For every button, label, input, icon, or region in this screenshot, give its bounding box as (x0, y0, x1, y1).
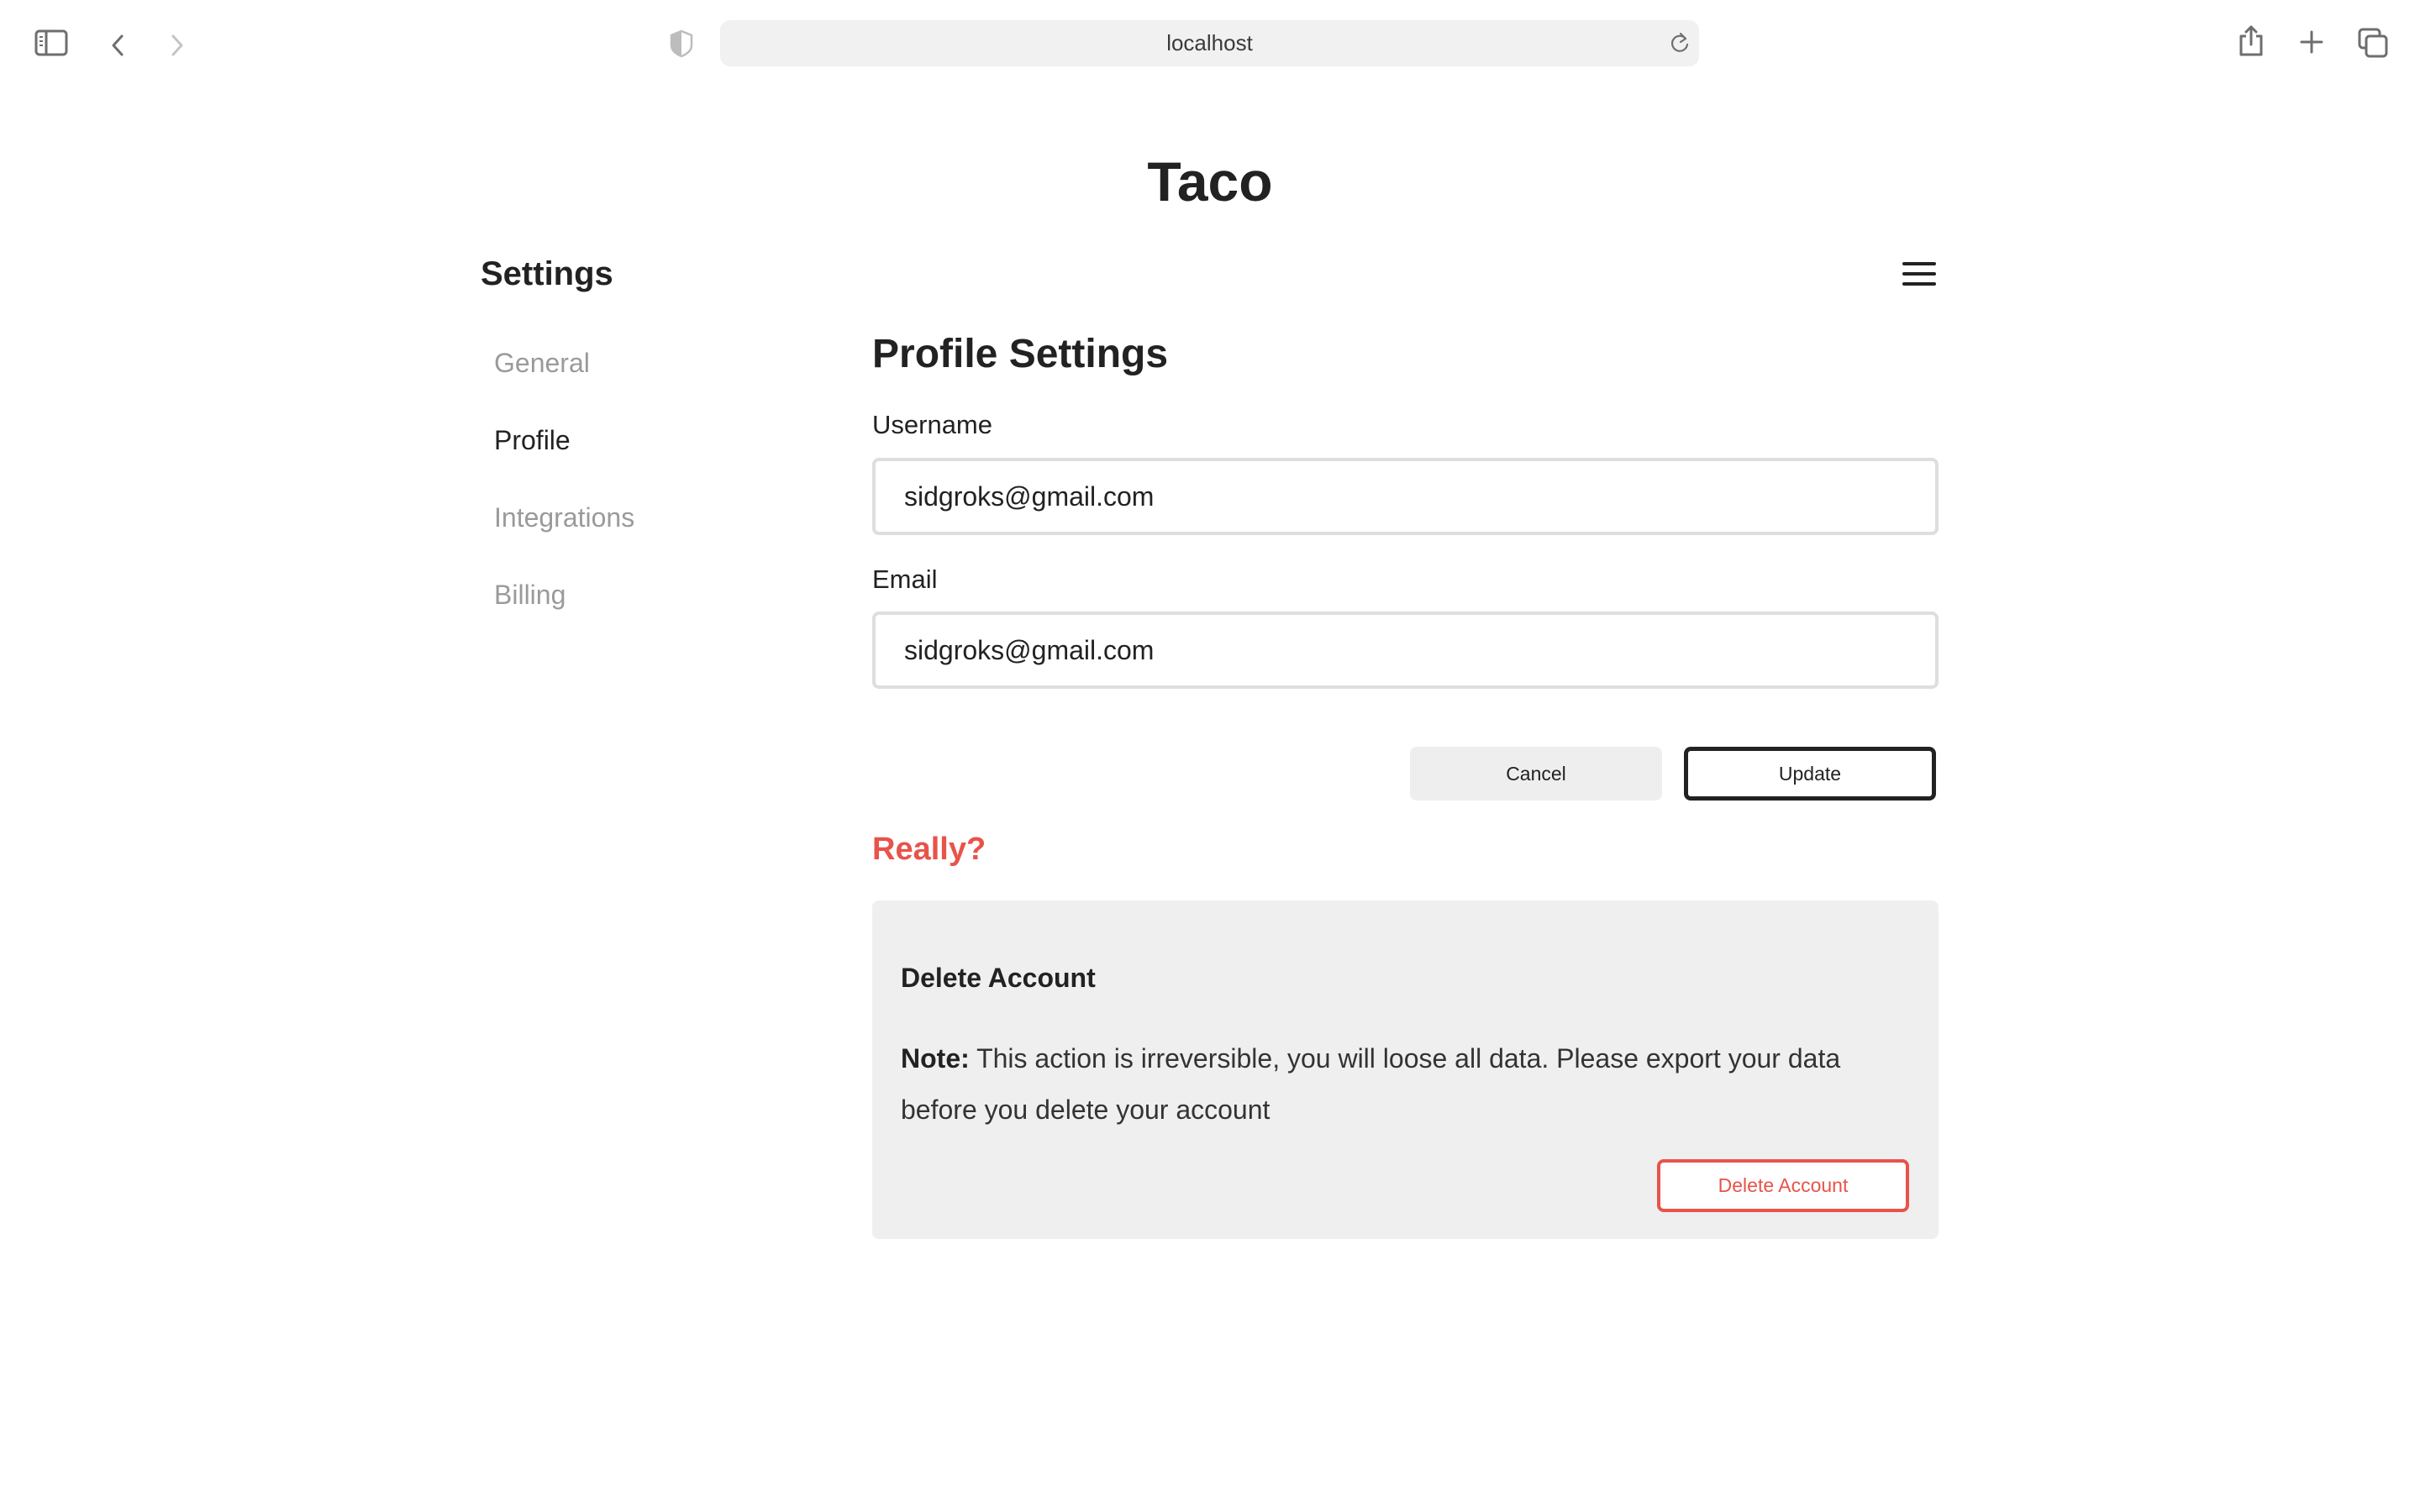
tab-overview-icon[interactable] (2357, 27, 2389, 59)
address-bar[interactable]: localhost (720, 20, 1699, 66)
settings-heading: Settings (481, 255, 613, 292)
chevron-right-icon (171, 34, 183, 56)
back-button[interactable] (106, 32, 129, 59)
sidebar-item-profile[interactable]: Profile (494, 425, 571, 456)
note-label: Note: (901, 1043, 970, 1074)
shield-icon[interactable] (668, 29, 695, 59)
page-title: Profile Settings (872, 332, 1169, 376)
sidebar-item-general[interactable]: General (494, 348, 590, 379)
url-text: localhost (1166, 30, 1253, 55)
forward-button[interactable] (166, 32, 189, 59)
delete-account-title: Delete Account (901, 963, 1096, 993)
username-input[interactable] (872, 458, 1939, 535)
email-input[interactable] (872, 612, 1939, 689)
sidebar-item-integrations[interactable]: Integrations (494, 502, 634, 533)
reload-icon[interactable] (1668, 30, 1691, 55)
danger-zone-heading: Really? (872, 832, 986, 867)
plus-icon (2300, 30, 2323, 54)
delete-account-note: Note: This action is irreversible, you w… (901, 1033, 1901, 1136)
sidebar-toggle-icon[interactable] (34, 29, 69, 57)
username-label: Username (872, 410, 992, 439)
cancel-button[interactable]: Cancel (1410, 747, 1662, 801)
delete-account-button[interactable]: Delete Account (1657, 1159, 1909, 1212)
sidebar-item-billing[interactable]: Billing (494, 580, 566, 611)
app-title: Taco (1147, 150, 1273, 213)
update-button[interactable]: Update (1684, 747, 1936, 801)
new-tab-button[interactable] (2298, 29, 2325, 55)
delete-account-panel: Delete Account Note: This action is irre… (872, 900, 1939, 1239)
email-label: Email (872, 564, 938, 594)
note-text: This action is irreversible, you will lo… (901, 1043, 1841, 1125)
hamburger-menu-icon[interactable] (1901, 257, 1938, 291)
chevron-left-icon (112, 34, 124, 56)
share-icon[interactable] (2237, 24, 2265, 59)
